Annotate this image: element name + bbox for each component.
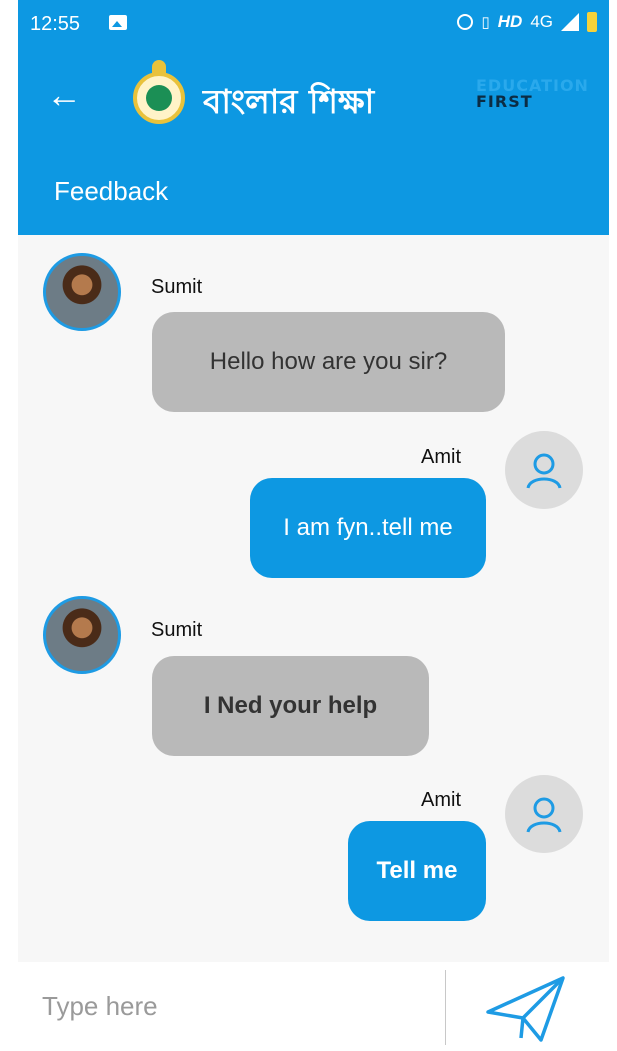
person-icon [526,453,562,489]
avatar[interactable] [505,775,583,853]
avatar[interactable] [505,431,583,509]
message-text: Hello how are you sir? [209,348,448,375]
message-bubble-incoming[interactable]: Hello how are you sir? [152,312,505,412]
brand-line2: FIRST [476,92,533,111]
message-text: I am fyn..tell me [283,514,453,541]
vibrate-icon: ▯ [481,14,490,31]
message-text: I Ned your help [203,692,378,719]
network-type: 4G [530,12,553,31]
alarm-icon [457,14,474,30]
message-bubble-outgoing[interactable]: I am fyn..tell me [250,478,486,578]
sender-name: Amit [421,789,461,811]
send-icon[interactable] [483,974,568,1044]
app-bar: 12:55 ▯ HD 4G ← বাংলার শিক্ষা EDUCATION … [18,0,609,235]
page-title: Feedback [54,176,169,206]
back-arrow-icon[interactable]: ← [46,74,82,116]
message-composer [18,962,609,1051]
message-bubble-incoming[interactable]: I Ned your help [152,656,429,756]
status-time: 12:55 [30,13,81,35]
emblem-logo [133,60,185,124]
composer-divider [445,970,446,1045]
app-name: বাংলার শিক্ষা [203,82,375,121]
avatar[interactable] [43,596,121,674]
message-text: Tell me [376,857,458,884]
chat-screen: 12:55 ▯ HD 4G ← বাংলার শিক্ষা EDUCATION … [18,0,609,1051]
gallery-icon [109,15,127,30]
status-icons: ▯ HD 4G [457,12,597,32]
signal-icon [561,13,579,31]
battery-icon [587,12,597,32]
avatar[interactable] [43,253,121,331]
message-bubble-outgoing[interactable]: Tell me [348,821,486,921]
message-input[interactable] [18,962,438,1051]
sender-name: Sumit [151,619,203,641]
network-label: HD [497,12,523,31]
person-icon [526,797,562,833]
toolbar: ← বাংলার শিক্ষা EDUCATION FIRST [18,60,609,140]
sender-name: Amit [421,446,461,468]
status-bar: 12:55 ▯ HD 4G [18,0,609,46]
sender-name: Sumit [151,276,203,298]
education-first-logo: EDUCATION FIRST [476,78,589,110]
